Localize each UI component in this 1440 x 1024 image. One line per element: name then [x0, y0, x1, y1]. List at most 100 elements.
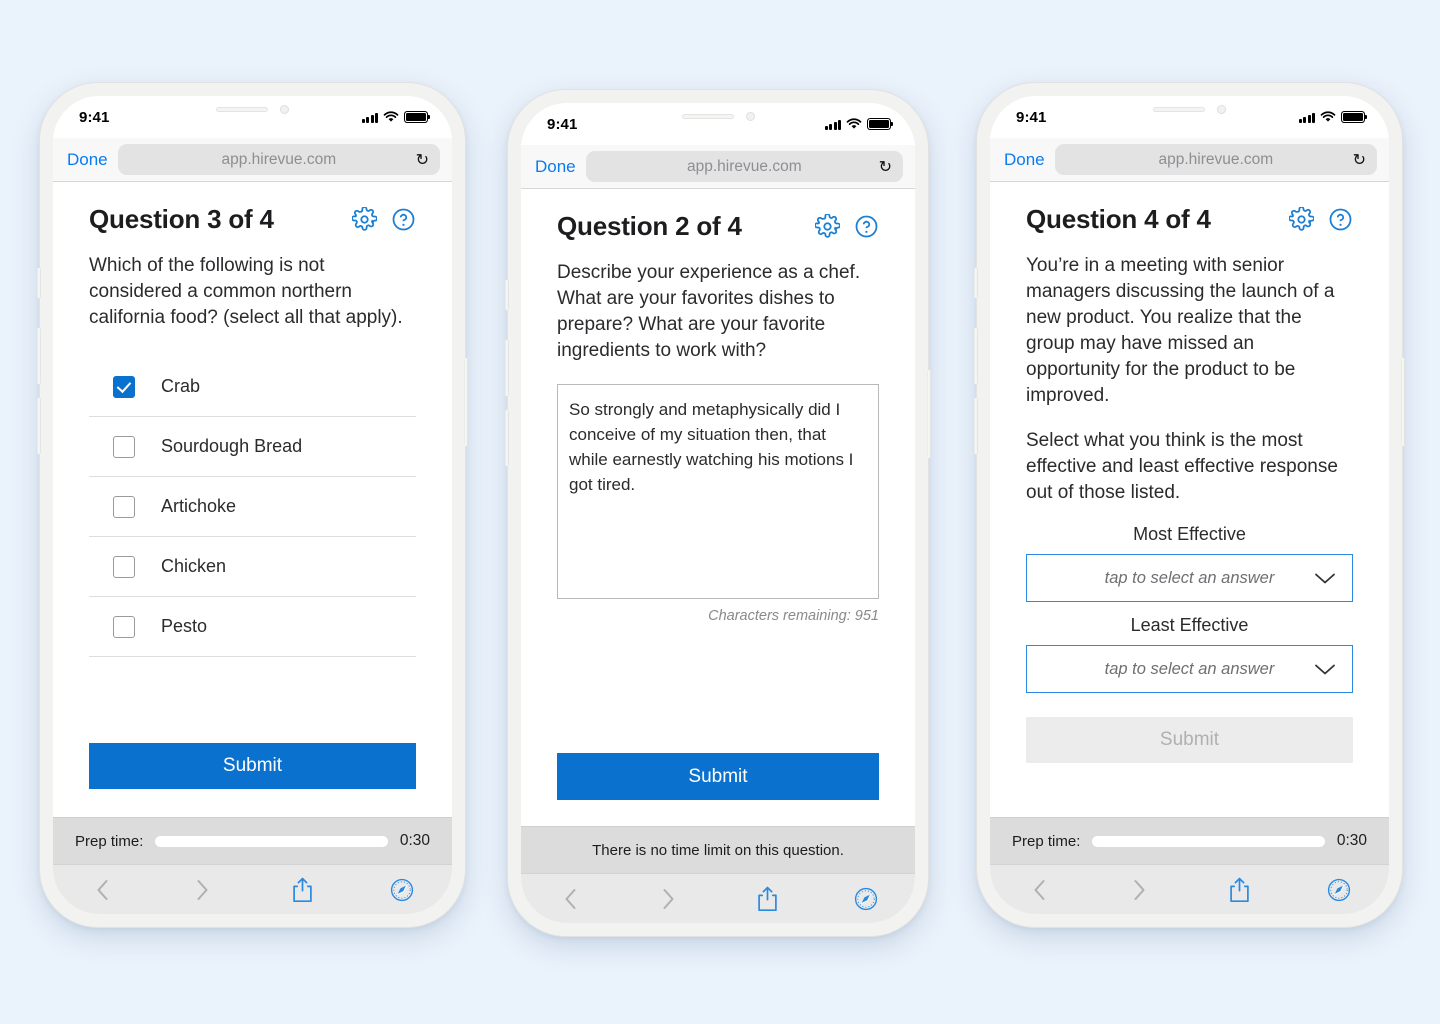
forward-chevron-icon[interactable] [1090, 879, 1190, 901]
page-title: Question 4 of 4 [1026, 204, 1211, 234]
cellular-signal-icon [824, 120, 841, 130]
option-row[interactable]: Pesto [89, 597, 416, 657]
characters-remaining: Characters remaining: 951 [557, 608, 879, 624]
share-icon[interactable] [1190, 877, 1290, 903]
power-button[interactable] [464, 358, 468, 446]
characters-remaining-value: 951 [854, 608, 879, 624]
question-paragraph-2: Select what you think is the most effect… [1026, 430, 1338, 503]
done-button[interactable]: Done [67, 150, 108, 170]
silent-switch-button[interactable] [974, 268, 978, 298]
reload-icon[interactable]: ↻ [879, 157, 892, 177]
prep-time-bar: Prep time: 0:30 [53, 817, 452, 864]
phone-question-4: 9:41 Done app.hirevue.com ↻ Question 4 o… [974, 83, 1405, 927]
most-effective-dropdown[interactable]: tap to select an answer [1026, 554, 1353, 602]
status-time: 9:41 [547, 115, 578, 133]
volume-up-button[interactable] [37, 328, 41, 384]
volume-down-button[interactable] [974, 398, 978, 454]
checkbox[interactable] [113, 375, 135, 398]
question-text: Describe your experience as a chef. What… [557, 262, 861, 361]
option-label: Pesto [161, 616, 208, 636]
phone-question-2: 9:41 Done app.hirevue.com ↻ Question 2 o… [505, 90, 931, 936]
power-button[interactable] [927, 370, 931, 458]
forward-chevron-icon[interactable] [620, 888, 719, 910]
url-field[interactable]: app.hirevue.com ↻ [1054, 144, 1377, 175]
volume-up-button[interactable] [505, 340, 509, 396]
help-circle-icon[interactable] [391, 207, 416, 232]
status-time: 9:41 [79, 108, 110, 126]
earpiece-speaker [216, 106, 268, 112]
wifi-icon [846, 118, 862, 129]
option-row[interactable]: Sourdough Bread [89, 417, 416, 477]
wifi-icon [1320, 111, 1336, 122]
checkbox[interactable] [113, 495, 135, 518]
url-field[interactable]: app.hirevue.com ↻ [585, 151, 903, 182]
silent-switch-button[interactable] [37, 268, 41, 298]
option-label: Artichoke [161, 496, 237, 516]
question-text: Which of the following is not considered… [89, 255, 403, 328]
screenshot-stage: 9:41 Done app.hirevue.com ↻ Question 3 o… [0, 0, 1440, 1024]
page-title: Question 3 of 4 [89, 204, 274, 234]
question-page: Question 4 of 4 You’re in a meeting with… [990, 182, 1389, 817]
prep-time-label: Prep time: [75, 832, 144, 850]
checkbox[interactable] [113, 555, 135, 578]
notch [1105, 96, 1274, 122]
least-effective-dropdown[interactable]: tap to select an answer [1026, 645, 1353, 693]
most-effective-value: tap to select an answer [1104, 568, 1275, 587]
chevron-down-icon [1315, 664, 1335, 674]
battery-full-icon [867, 118, 894, 130]
share-icon[interactable] [718, 886, 817, 912]
back-chevron-icon[interactable] [990, 879, 1090, 901]
done-button[interactable]: Done [1004, 150, 1045, 170]
option-row[interactable]: Chicken [89, 537, 416, 597]
safari-url-bar: Done app.hirevue.com ↻ [53, 138, 452, 182]
characters-remaining-label: Characters remaining: [708, 608, 851, 624]
wifi-icon [383, 111, 399, 122]
notch [168, 96, 337, 122]
back-chevron-icon[interactable] [521, 888, 620, 910]
prep-time-value: 0:30 [399, 832, 430, 849]
option-label: Sourdough Bread [161, 436, 303, 456]
share-icon[interactable] [253, 877, 353, 903]
back-chevron-icon[interactable] [53, 879, 153, 901]
gear-icon[interactable] [815, 214, 840, 239]
question-header: Question 4 of 4 [1026, 204, 1353, 235]
option-row[interactable]: Crab [89, 357, 416, 417]
silent-switch-button[interactable] [505, 280, 509, 310]
most-effective-label: Most Effective [1133, 524, 1246, 544]
forward-chevron-icon[interactable] [153, 879, 253, 901]
safari-compass-icon[interactable] [352, 878, 452, 902]
reload-icon[interactable]: ↻ [1353, 150, 1366, 170]
earpiece-speaker [1153, 106, 1205, 112]
prep-time-bar: Prep time: 0:30 [990, 817, 1389, 864]
safari-compass-icon[interactable] [1289, 878, 1389, 902]
submit-button[interactable]: Submit [557, 753, 879, 800]
safari-compass-icon[interactable] [817, 887, 916, 911]
reload-icon[interactable]: ↻ [416, 150, 429, 170]
done-button[interactable]: Done [535, 157, 576, 177]
submit-button[interactable]: Submit [1026, 717, 1353, 763]
battery-full-icon [1341, 111, 1368, 123]
checkbox[interactable] [113, 615, 135, 638]
gear-icon[interactable] [352, 207, 377, 232]
battery-full-icon [404, 111, 431, 123]
volume-down-button[interactable] [505, 410, 509, 466]
volume-down-button[interactable] [37, 398, 41, 454]
prep-time-value: 0:30 [1336, 832, 1367, 849]
answer-textarea[interactable]: So strongly and metaphysically did I con… [557, 384, 879, 599]
help-circle-icon[interactable] [854, 214, 879, 239]
gear-icon[interactable] [1289, 207, 1314, 232]
prep-time-progress [155, 835, 388, 847]
option-row[interactable]: Artichoke [89, 477, 416, 537]
volume-up-button[interactable] [974, 328, 978, 384]
submit-button[interactable]: Submit [89, 743, 416, 789]
front-camera [745, 111, 755, 121]
checkbox[interactable] [113, 435, 135, 458]
help-circle-icon[interactable] [1328, 207, 1353, 232]
safari-url-bar: Done app.hirevue.com ↻ [990, 138, 1389, 182]
safari-url-bar: Done app.hirevue.com ↻ [521, 145, 915, 189]
front-camera [280, 104, 289, 114]
status-time: 9:41 [1016, 108, 1047, 126]
url-field[interactable]: app.hirevue.com ↻ [117, 144, 440, 175]
question-paragraph-1: You’re in a meeting with senior managers… [1026, 255, 1335, 406]
power-button[interactable] [1401, 358, 1405, 446]
